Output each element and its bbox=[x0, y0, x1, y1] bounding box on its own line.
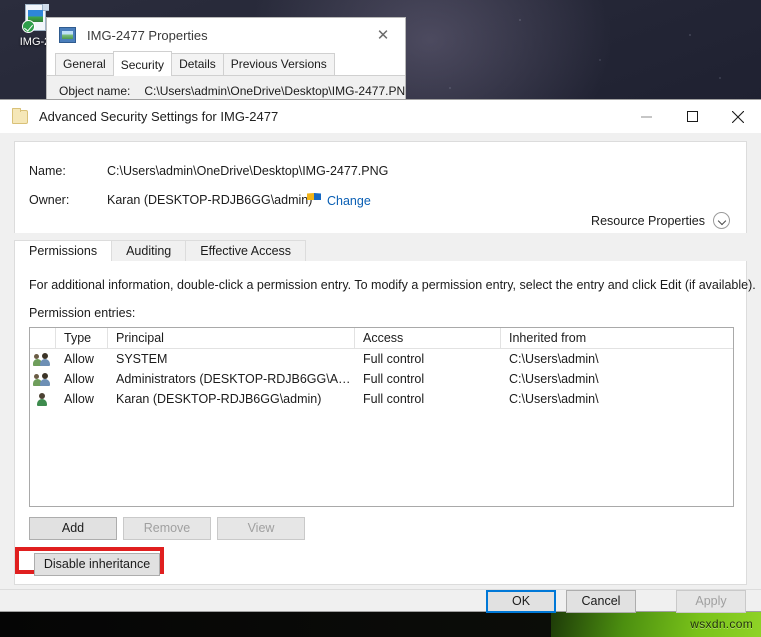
site-watermark: wsxdn.com bbox=[690, 617, 753, 631]
tab-details[interactable]: Details bbox=[171, 53, 224, 75]
principal-type-icon bbox=[30, 392, 56, 407]
group-icon bbox=[33, 372, 51, 387]
change-link-label[interactable]: Change bbox=[327, 194, 371, 208]
owner-label: Owner: bbox=[29, 193, 70, 207]
instructions-text: For additional information, double-click… bbox=[29, 278, 756, 292]
properties-tab-strip[interactable]: General Security Details Previous Versio… bbox=[47, 51, 405, 76]
permission-entries-list[interactable]: Type Principal Access Inherited from All… bbox=[29, 327, 734, 507]
ok-button[interactable]: OK bbox=[486, 590, 556, 613]
object-name-row: Object name: C:\Users\admin\OneDrive\Desk… bbox=[59, 84, 405, 98]
add-button[interactable]: Add bbox=[29, 517, 117, 540]
object-name-value: C:\Users\admin\OneDrive\Desktop\IMG-2477… bbox=[144, 84, 406, 98]
row-inherited-from: C:\Users\admin\ bbox=[509, 372, 599, 386]
row-access: Full control bbox=[363, 372, 425, 386]
principal-type-icon bbox=[30, 372, 56, 387]
table-row[interactable]: Allow Karan (DESKTOP-RDJB6GG\admin) Full… bbox=[30, 389, 733, 409]
folder-icon bbox=[12, 107, 28, 124]
table-header-row: Type Principal Access Inherited from bbox=[30, 328, 733, 349]
principal-type-icon bbox=[30, 352, 56, 367]
tab-permissions[interactable]: Permissions bbox=[14, 240, 113, 261]
uac-shield-icon bbox=[307, 193, 321, 208]
user-icon bbox=[34, 392, 51, 407]
tab-auditing[interactable]: Auditing bbox=[111, 240, 187, 261]
window-controls[interactable] bbox=[623, 100, 761, 133]
apply-button: Apply bbox=[676, 590, 746, 613]
change-owner-link[interactable]: Change bbox=[307, 193, 371, 208]
minimize-button[interactable] bbox=[623, 100, 669, 133]
row-inherited-from: C:\Users\admin\ bbox=[509, 392, 599, 406]
close-button[interactable] bbox=[715, 100, 761, 133]
file-corner-fold bbox=[42, 4, 49, 11]
column-header-access[interactable]: Access bbox=[355, 328, 501, 348]
name-label: Name: bbox=[29, 164, 66, 178]
table-row[interactable]: Allow Administrators (DESKTOP-RDJB6GG\Ad… bbox=[30, 369, 733, 389]
image-file-icon bbox=[21, 4, 49, 34]
tab-security[interactable]: Security bbox=[112, 51, 173, 76]
dialog-titlebar[interactable]: Advanced Security Settings for IMG-2477 bbox=[0, 100, 761, 133]
properties-titlebar[interactable]: IMG-2477 Properties ✕ bbox=[47, 18, 405, 52]
column-header-type[interactable]: Type bbox=[56, 328, 108, 348]
row-principal: Karan (DESKTOP-RDJB6GG\admin) bbox=[116, 392, 322, 406]
tab-previous-versions[interactable]: Previous Versions bbox=[222, 53, 335, 75]
row-principal: SYSTEM bbox=[116, 352, 168, 366]
row-inherited-from: C:\Users\admin\ bbox=[509, 352, 599, 366]
column-header-principal[interactable]: Principal bbox=[108, 328, 355, 348]
maximize-button[interactable] bbox=[669, 100, 715, 133]
dialog-tab-strip[interactable]: Permissions Auditing Effective Access bbox=[14, 240, 747, 261]
column-header-inherited-from[interactable]: Inherited from bbox=[501, 328, 733, 348]
group-icon bbox=[33, 352, 51, 367]
cancel-button[interactable]: Cancel bbox=[566, 590, 636, 613]
row-access: Full control bbox=[363, 392, 425, 406]
row-type: Allow bbox=[64, 372, 94, 386]
resource-properties-expander[interactable]: Resource Properties bbox=[591, 212, 730, 229]
image-file-icon bbox=[59, 27, 76, 43]
file-properties-window[interactable]: IMG-2477 Properties ✕ General Security D… bbox=[46, 17, 406, 103]
table-row[interactable]: Allow SYSTEM Full control C:\Users\admin… bbox=[30, 349, 733, 369]
object-name-label: Object name: bbox=[59, 84, 131, 98]
tab-effective-access[interactable]: Effective Access bbox=[185, 240, 307, 261]
column-header-icon bbox=[30, 328, 56, 348]
row-type: Allow bbox=[64, 392, 94, 406]
dialog-title: Advanced Security Settings for IMG-2477 bbox=[39, 109, 279, 124]
advanced-security-settings-dialog[interactable]: Advanced Security Settings for IMG-2477 … bbox=[0, 99, 761, 613]
name-value: C:\Users\admin\OneDrive\Desktop\IMG-2477… bbox=[107, 164, 389, 178]
tab-general[interactable]: General bbox=[55, 53, 114, 75]
row-type: Allow bbox=[64, 352, 94, 366]
view-button: View bbox=[217, 517, 305, 540]
permissions-tab-panel: For additional information, double-click… bbox=[14, 261, 756, 585]
close-icon[interactable]: ✕ bbox=[361, 18, 405, 52]
properties-window-title: IMG-2477 Properties bbox=[87, 27, 208, 43]
remove-button: Remove bbox=[123, 517, 211, 540]
object-info-panel: Name: C:\Users\admin\OneDrive\Desktop\IM… bbox=[14, 141, 747, 233]
owner-value: Karan (DESKTOP-RDJB6GG\admin) bbox=[107, 193, 313, 207]
disable-inheritance-button[interactable]: Disable inheritance bbox=[34, 553, 160, 576]
row-principal: Administrators (DESKTOP-RDJB6GG\Admini..… bbox=[116, 372, 355, 386]
chevron-down-icon[interactable] bbox=[713, 212, 730, 229]
row-access: Full control bbox=[363, 352, 425, 366]
resource-properties-label: Resource Properties bbox=[591, 213, 705, 228]
dialog-footer: OK Cancel Apply bbox=[0, 590, 761, 613]
permission-entries-label: Permission entries: bbox=[29, 306, 136, 320]
annotation-highlight-box: Disable inheritance bbox=[15, 547, 164, 576]
onedrive-synced-check-icon bbox=[22, 20, 35, 33]
